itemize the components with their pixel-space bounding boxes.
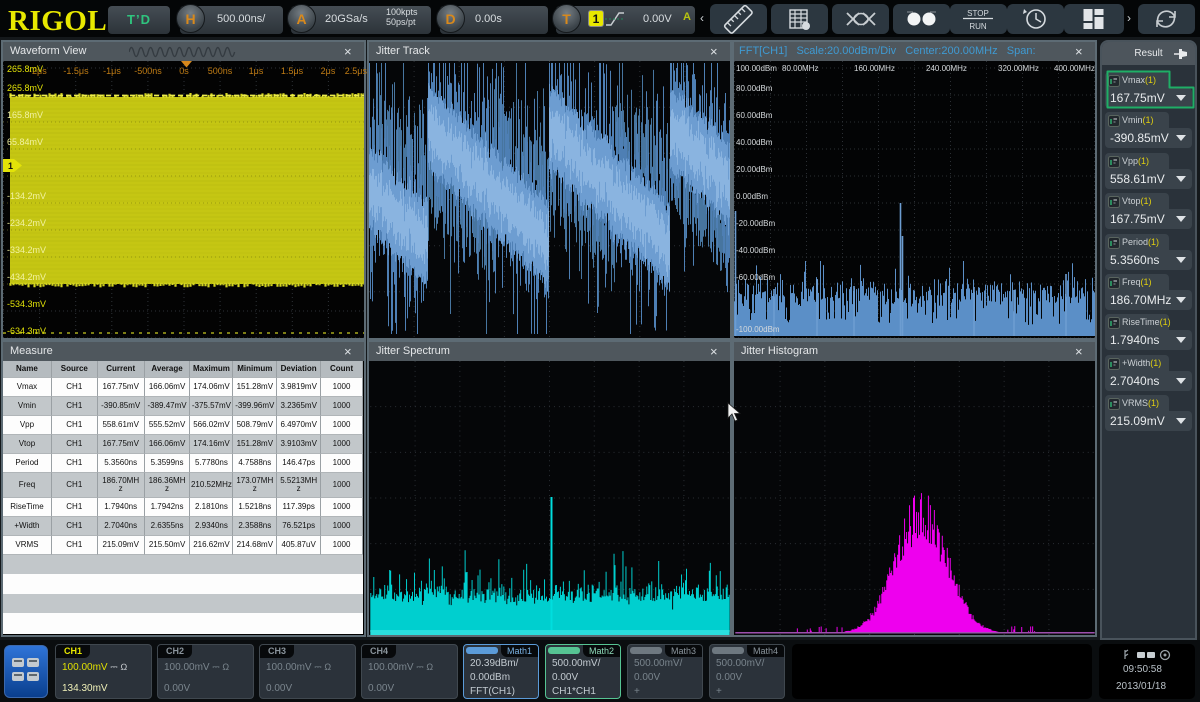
svg-text:RUN: RUN	[969, 22, 987, 31]
svg-text:STOP: STOP	[967, 9, 989, 18]
svg-text:1: 1	[8, 161, 13, 171]
